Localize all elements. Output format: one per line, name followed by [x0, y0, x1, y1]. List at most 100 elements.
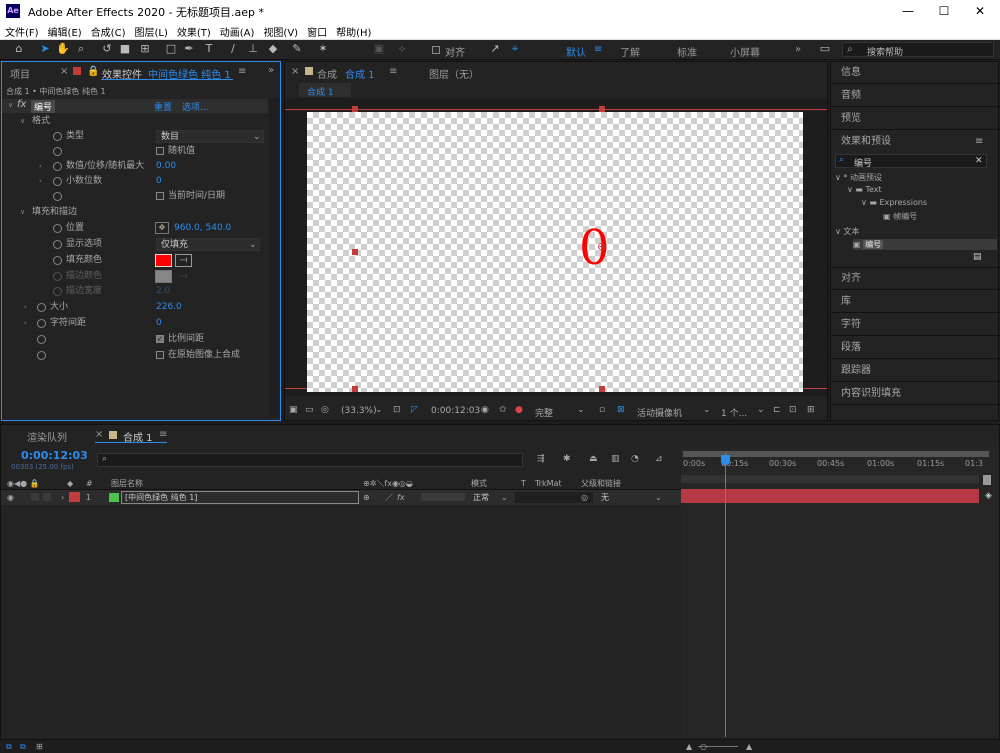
- selection-handle[interactable]: [352, 386, 358, 392]
- eyedropper-icon[interactable]: ⟞: [175, 254, 192, 267]
- options-link[interactable]: 选项...: [182, 100, 209, 113]
- hand-tool-icon[interactable]: ✋: [56, 42, 70, 56]
- menu-window[interactable]: 窗口: [302, 22, 331, 39]
- rotate-tool-icon[interactable]: ↺: [100, 42, 114, 56]
- menu-effect[interactable]: 效果(T): [172, 22, 215, 39]
- column-trkmat[interactable]: TrkMat: [535, 477, 562, 490]
- effects-presets-header[interactable]: 效果和预设 ≡: [831, 131, 1000, 153]
- graph-editor-icon[interactable]: ⊿: [655, 454, 663, 464]
- workspace-learn[interactable]: 了解: [620, 44, 640, 59]
- effect-header-row[interactable]: ∨ fx 编号 重置 选项...: [2, 99, 268, 113]
- render-time-icon[interactable]: ⊞: [36, 740, 43, 753]
- minimize-button[interactable]: —: [890, 2, 926, 20]
- brush-tool-icon[interactable]: /: [226, 42, 240, 56]
- shy-layers-icon[interactable]: ⏏: [589, 454, 598, 464]
- frame-blending-icon[interactable]: ▥: [611, 454, 620, 464]
- workspace-default[interactable]: 默认: [566, 44, 586, 59]
- selection-handle[interactable]: [352, 249, 358, 255]
- lock-icon[interactable]: 🔒: [87, 66, 99, 77]
- stopwatch-icon[interactable]: [37, 351, 46, 360]
- monitor-icon[interactable]: ▭: [305, 405, 314, 415]
- camera-value[interactable]: 活动摄像机: [637, 406, 682, 419]
- snapshot-icon[interactable]: ◉: [481, 405, 489, 415]
- expand-panels-icon[interactable]: »: [268, 65, 274, 76]
- group-fill-row[interactable]: ∨ 填充和描边: [2, 205, 268, 220]
- lock-box[interactable]: [43, 493, 51, 501]
- column-mode[interactable]: 模式: [471, 477, 487, 490]
- zoom-out-icon[interactable]: ▲: [686, 740, 692, 753]
- panel-content-aware-fill[interactable]: 内容识别填充: [831, 383, 1000, 405]
- tree-item-anim-presets[interactable]: ∨ * 动画预设: [835, 172, 995, 183]
- menu-view[interactable]: 视图(V): [258, 22, 302, 39]
- tab-layer[interactable]: 图层（无）: [429, 66, 479, 81]
- close-tab-icon[interactable]: ×: [95, 429, 103, 440]
- tree-item-text[interactable]: ∨ ▬ Text: [847, 185, 997, 194]
- menu-help[interactable]: 帮助(H): [331, 22, 375, 39]
- tree-item-text-category[interactable]: ∨ 文本: [835, 226, 995, 237]
- solo-box[interactable]: [31, 493, 39, 501]
- timeline-search-input[interactable]: ⌕: [97, 453, 523, 467]
- comp-flowchart-tab[interactable]: 合成 1: [299, 83, 351, 98]
- quality-switch-icon[interactable]: ／: [385, 490, 393, 505]
- workspace-menu-icon[interactable]: ≡: [594, 44, 602, 55]
- region-of-interest-icon[interactable]: ▫: [599, 405, 605, 415]
- panel-library[interactable]: 库: [831, 291, 1000, 313]
- tree-item-expressions[interactable]: ∨ ▬ Expressions: [861, 198, 1000, 207]
- collapse-icon[interactable]: ∨: [8, 101, 13, 109]
- motion-blur-icon[interactable]: ◔: [631, 454, 639, 464]
- zoom-in-icon[interactable]: ▲: [746, 740, 752, 753]
- rectangle-tool-icon[interactable]: □: [164, 42, 178, 56]
- puppet-pin-tool-icon[interactable]: ✶: [316, 42, 330, 56]
- layer-label-color[interactable]: [69, 492, 80, 502]
- crosshair-icon[interactable]: ✥: [155, 222, 169, 234]
- menu-layer[interactable]: 图层(L): [129, 22, 171, 39]
- search-help-box[interactable]: ⌕ 搜索帮助: [842, 42, 994, 58]
- random-checkbox[interactable]: [156, 147, 164, 155]
- stopwatch-icon[interactable]: [53, 177, 62, 186]
- size-value[interactable]: 226.0: [156, 300, 182, 315]
- toggle-modes-icon[interactable]: ⧉: [20, 740, 26, 753]
- panel-menu-icon[interactable]: ≡: [389, 66, 397, 77]
- composition-end-marker[interactable]: [983, 475, 991, 485]
- type-dropdown[interactable]: 数目 ⌄: [156, 130, 264, 143]
- panel-paragraph[interactable]: 段落: [831, 337, 1000, 359]
- expand-icon[interactable]: ›: [24, 316, 27, 331]
- panel-audio[interactable]: 音频: [831, 85, 1000, 107]
- datetime-checkbox[interactable]: [156, 192, 164, 200]
- pan-behind-tool-icon[interactable]: ⊞: [138, 42, 152, 56]
- menu-edit[interactable]: 编辑(E): [43, 22, 86, 39]
- panel-preview[interactable]: 预览: [831, 108, 1000, 130]
- home-icon[interactable]: ⌂: [12, 42, 26, 56]
- group-format-row[interactable]: ∨ 格式: [2, 114, 268, 129]
- new-preset-icon[interactable]: ▤: [973, 252, 982, 262]
- sync-settings-icon[interactable]: ▭: [818, 42, 832, 56]
- stopwatch-icon[interactable]: [53, 192, 62, 201]
- zoom-level[interactable]: (33.3%): [341, 406, 377, 416]
- transparency-grid-icon[interactable]: ⊠: [617, 405, 625, 415]
- eraser-tool-icon[interactable]: ◆: [266, 42, 280, 56]
- tab-composition[interactable]: 合成 1: [345, 66, 375, 81]
- close-button[interactable]: ✕: [962, 2, 998, 20]
- comp-mini-flowchart-icon[interactable]: ⇶: [537, 454, 545, 464]
- panel-character[interactable]: 字符: [831, 314, 1000, 336]
- tree-item-numbers-effect[interactable]: ▣ 编号: [853, 239, 997, 250]
- stopwatch-icon[interactable]: [37, 319, 46, 328]
- selection-tool-icon[interactable]: ➤: [38, 42, 52, 56]
- display-dropdown[interactable]: 仅填充 ⌄: [156, 238, 260, 251]
- type-tool-icon[interactable]: T: [202, 42, 216, 56]
- workspace-more-icon[interactable]: »: [795, 44, 801, 55]
- pen-tool-icon[interactable]: ✒: [182, 42, 196, 56]
- viewer-area[interactable]: 0 ⊕: [285, 98, 827, 396]
- timeline-timecode[interactable]: 0:00:12:03: [21, 449, 88, 462]
- selection-handle[interactable]: [599, 106, 605, 112]
- tracking-value[interactable]: 0: [156, 316, 162, 331]
- layer-mode[interactable]: 正常: [473, 490, 489, 505]
- tab-project[interactable]: 项目: [10, 66, 30, 81]
- clone-stamp-tool-icon[interactable]: ⊥: [246, 42, 260, 56]
- tab-render-queue[interactable]: 渲染队列: [27, 429, 67, 444]
- panel-menu-icon[interactable]: ≡: [975, 131, 983, 153]
- expand-icon[interactable]: ›: [24, 300, 27, 315]
- layer-parent[interactable]: 无: [601, 490, 609, 505]
- viewer-timecode[interactable]: 0:00:12:03: [431, 406, 480, 416]
- composition-canvas[interactable]: 0 ⊕: [307, 112, 803, 392]
